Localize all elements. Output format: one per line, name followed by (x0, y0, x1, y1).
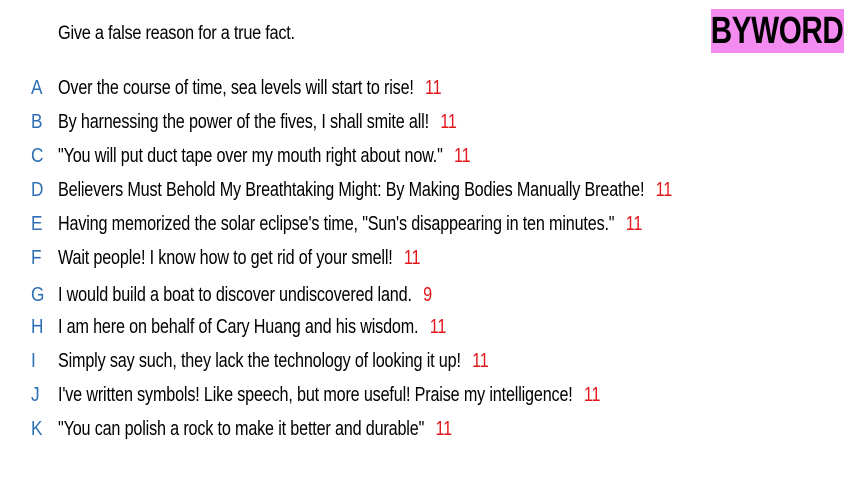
entry-score: 11 (435, 418, 452, 440)
entry-letter: E (31, 213, 43, 235)
entry-list: A Over the course of time, sea levels wi… (0, 0, 853, 480)
entry-line: By harnessing the power of the fives, I … (58, 108, 457, 136)
entry-text: Simply say such, they lack the technolog… (58, 350, 461, 372)
entry-row: J I've written symbols! Like speech, but… (0, 381, 853, 409)
entry-text: Over the course of time, sea levels will… (58, 77, 414, 99)
entry-text: Wait people! I know how to get rid of yo… (58, 247, 393, 269)
entry-text: I would build a boat to discover undisco… (58, 284, 412, 306)
entry-letter: C (31, 145, 44, 167)
entry-line: Wait people! I know how to get rid of yo… (58, 244, 421, 272)
entry-row: D Believers Must Behold My Breathtaking … (0, 176, 853, 204)
entry-line: I've written symbols! Like speech, but m… (58, 381, 601, 409)
entry-line: Simply say such, they lack the technolog… (58, 347, 489, 375)
entry-letter: I (31, 350, 36, 372)
entry-line: I would build a boat to discover undisco… (58, 281, 432, 309)
entry-line: "You can polish a rock to make it better… (58, 415, 452, 443)
entry-row: K "You can polish a rock to make it bett… (0, 415, 853, 443)
entry-text: "You can polish a rock to make it better… (58, 418, 425, 440)
entry-text: I've written symbols! Like speech, but m… (58, 384, 573, 406)
entry-letter: B (31, 111, 43, 133)
entry-text: I am here on behalf of Cary Huang and hi… (58, 316, 419, 338)
entry-score: 11 (625, 213, 643, 235)
entry-score: 11 (440, 111, 457, 133)
entry-text: "You will put duct tape over my mouth ri… (58, 145, 443, 167)
entry-line: Having memorized the solar eclipse's tim… (58, 210, 642, 238)
entry-line: Believers Must Behold My Breathtaking Mi… (58, 176, 672, 204)
entry-letter: J (31, 384, 40, 406)
entry-letter: H (31, 316, 44, 338)
entry-row: C "You will put duct tape over my mouth … (0, 142, 853, 170)
entry-text: By harnessing the power of the fives, I … (58, 111, 429, 133)
entry-line: "You will put duct tape over my mouth ri… (58, 142, 471, 170)
entry-score: 11 (453, 145, 471, 167)
entry-letter: D (31, 179, 44, 201)
entry-letter: K (31, 418, 43, 440)
entry-letter: A (31, 77, 43, 99)
entry-line: I am here on behalf of Cary Huang and hi… (58, 313, 446, 341)
entry-row: G I would build a boat to discover undis… (0, 281, 853, 309)
entry-row: B By harnessing the power of the fives, … (0, 108, 853, 136)
entry-score: 11 (472, 350, 489, 372)
entry-row: H I am here on behalf of Cary Huang and … (0, 313, 853, 341)
entry-line: Over the course of time, sea levels will… (58, 74, 442, 102)
entry-text: Believers Must Behold My Breathtaking Mi… (58, 179, 645, 201)
entry-score: 11 (403, 247, 421, 269)
entry-letter: G (31, 284, 45, 306)
entry-letter: F (31, 247, 42, 269)
entry-row: I Simply say such, they lack the technol… (0, 347, 853, 375)
entry-score: 11 (583, 384, 601, 406)
entry-text: Having memorized the solar eclipse's tim… (58, 213, 615, 235)
entry-row: A Over the course of time, sea levels wi… (0, 74, 853, 102)
entry-score: 11 (425, 77, 442, 99)
entry-row: E Having memorized the solar eclipse's t… (0, 210, 853, 238)
entry-score: 11 (429, 316, 447, 338)
entry-score: 11 (655, 179, 673, 201)
entry-score: 9 (423, 284, 432, 306)
entry-row: F Wait people! I know how to get rid of … (0, 244, 853, 272)
